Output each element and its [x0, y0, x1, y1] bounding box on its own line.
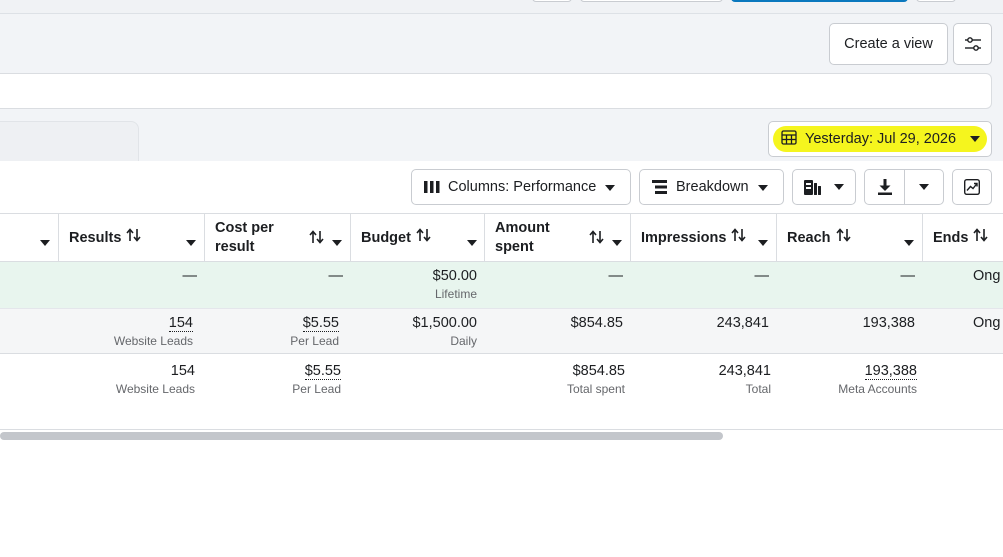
report-icon — [803, 179, 821, 195]
charts-button[interactable] — [952, 169, 992, 205]
chevron-down-icon[interactable] — [904, 235, 914, 251]
header-cost-label: Cost per result — [215, 220, 274, 255]
cell-ends: Ong — [973, 315, 1001, 331]
total-results: 154 Website Leads — [115, 363, 195, 396]
primary-action-button[interactable] — [731, 0, 908, 2]
date-range-label: Yesterday: Jul 29, 2026 — [805, 131, 957, 147]
header-amount-spent[interactable]: Amount spent — [485, 214, 631, 262]
header-impressions[interactable]: Impressions — [631, 214, 777, 262]
header-amount-label: Amount spent — [495, 220, 550, 255]
date-range-highlight: Yesterday: Jul 29, 2026 — [773, 126, 987, 152]
top-toolbar-strip — [0, 0, 1003, 14]
top-toolbar-button[interactable] — [532, 0, 572, 2]
sort-icon[interactable] — [973, 228, 989, 248]
total-impressions: 243,841 Total — [718, 363, 771, 396]
header-name-column-fragment[interactable] — [0, 214, 59, 262]
columns-label: Columns: Performance — [448, 179, 597, 195]
cell-ends: Ong — [973, 268, 1001, 284]
cell-budget: $50.00 Lifetime — [432, 268, 477, 301]
cost-link[interactable]: $5.55 — [302, 315, 339, 332]
chevron-down-icon — [918, 183, 930, 191]
cell-results: — — [182, 268, 198, 284]
sort-icon[interactable] — [835, 228, 851, 248]
cell-cost-per-result: — — [328, 268, 344, 284]
total-cost-per-result: $5.55 Per Lead — [292, 363, 341, 396]
total-amount-spent: $854.85 Total spent — [566, 363, 625, 396]
cell-reach: — — [900, 268, 916, 284]
chevron-down-icon — [969, 131, 981, 147]
chevron-down-icon[interactable] — [758, 235, 768, 251]
chevron-down-icon — [757, 184, 769, 192]
header-cost-per-result[interactable]: Cost per result — [205, 214, 351, 262]
export-options-button[interactable] — [905, 170, 943, 204]
sort-icon[interactable] — [731, 228, 747, 248]
sliders-icon — [964, 36, 982, 52]
table-totals-row: 154 Website Leads $5.55 Per Lead $854.85 To… — [0, 355, 1003, 430]
chevron-down-icon[interactable] — [612, 235, 622, 251]
columns-dropdown[interactable]: Columns: Performance — [411, 169, 631, 205]
breakdown-icon — [652, 180, 668, 194]
chevron-down-icon[interactable] — [40, 235, 50, 251]
results-link[interactable]: 154 — [168, 315, 193, 332]
chevron-down-icon[interactable] — [186, 235, 196, 251]
top-toolbar-button[interactable] — [916, 0, 956, 2]
sort-icon[interactable] — [589, 230, 604, 248]
date-range-button[interactable]: Yesterday: Jul 29, 2026 — [768, 121, 992, 157]
sort-icon[interactable] — [416, 228, 431, 248]
calendar-icon — [781, 129, 797, 149]
search-filter-bar[interactable] — [0, 73, 992, 109]
tab-campaigns[interactable] — [0, 121, 139, 163]
cell-budget: $1,500.00 Daily — [412, 315, 477, 348]
header-budget-label: Budget — [361, 229, 411, 246]
customize-settings-button[interactable] — [953, 23, 992, 65]
header-impressions-label: Impressions — [641, 229, 727, 246]
chevron-down-icon[interactable] — [332, 235, 342, 251]
export-button[interactable] — [865, 170, 905, 204]
header-results[interactable]: Results — [59, 214, 205, 262]
export-button-group — [864, 169, 944, 205]
top-toolbar-button[interactable] — [580, 0, 723, 2]
trend-chart-icon — [964, 179, 980, 195]
horizontal-scrollbar[interactable] — [0, 432, 723, 440]
header-ends[interactable]: Ends — [923, 214, 1003, 262]
header-ends-label: Ends — [933, 229, 969, 246]
download-icon — [877, 179, 892, 195]
reports-dropdown[interactable] — [792, 169, 856, 205]
table-row[interactable]: 154 Website Leads $5.55 Per Lead $1,500.00… — [0, 308, 1003, 354]
cell-budget-sub: Lifetime — [434, 287, 477, 301]
create-view-button[interactable]: Create a view — [829, 23, 948, 65]
breakdown-label: Breakdown — [676, 179, 749, 195]
header-results-label: Results — [69, 229, 122, 246]
header-reach-label: Reach — [787, 229, 831, 246]
total-reach: 193,388 Meta Accounts — [838, 363, 917, 396]
cell-results: 154 Website Leads — [113, 315, 193, 348]
cell-amount-spent: — — [608, 268, 624, 284]
cell-cost-per-result: $5.55 Per Lead — [290, 315, 339, 348]
cell-amount-spent: $854.85 — [570, 315, 623, 331]
create-view-label: Create a view — [844, 36, 933, 52]
table-header-row: Results Cost per result Budget Amount sp… — [0, 213, 1003, 262]
cell-impressions: — — [754, 268, 770, 284]
chevron-down-icon — [833, 183, 845, 191]
cell-impressions: 243,841 — [716, 315, 769, 331]
header-budget[interactable]: Budget — [351, 214, 485, 262]
columns-icon — [424, 180, 440, 194]
breakdown-dropdown[interactable]: Breakdown — [639, 169, 784, 205]
chevron-down-icon — [604, 184, 616, 192]
table-row[interactable]: — — $50.00 Lifetime — — — Ong — [0, 262, 1003, 308]
chevron-down-icon[interactable] — [467, 235, 477, 251]
sort-icon[interactable] — [309, 230, 324, 248]
sort-icon[interactable] — [126, 228, 141, 248]
cell-reach: 193,388 — [862, 315, 915, 331]
header-reach[interactable]: Reach — [777, 214, 923, 262]
